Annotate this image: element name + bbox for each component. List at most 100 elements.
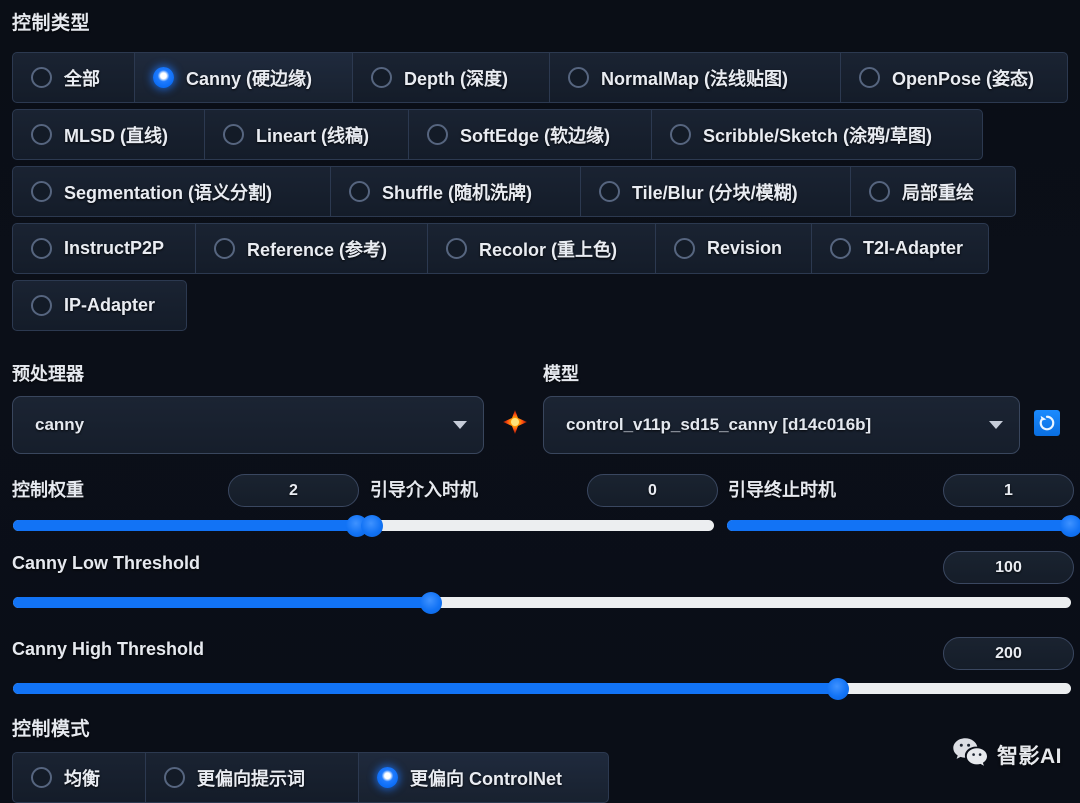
control-type-option-label: Shuffle (随机洗牌) — [382, 182, 532, 203]
control-mode-option-label: 更偏向 ControlNet — [410, 768, 562, 789]
control-type-option-label: Reference (参考) — [247, 239, 388, 260]
control-type-option[interactable]: MLSD (直线) — [12, 109, 204, 160]
control-type-option-label: MLSD (直线) — [64, 125, 168, 146]
canny-low-slider-row: Canny Low Threshold — [12, 553, 200, 574]
watermark-text: 智影AI — [997, 744, 1062, 768]
spark-icon[interactable] — [502, 409, 528, 435]
control-type-option[interactable]: NormalMap (法线贴图) — [549, 52, 840, 103]
canny-low-label: Canny Low Threshold — [12, 553, 201, 573]
control-type-option[interactable]: 全部 — [12, 52, 134, 103]
control-weight-fill — [13, 520, 357, 531]
radio-selected-icon — [153, 67, 174, 88]
control-type-option-label: NormalMap (法线贴图) — [601, 68, 789, 89]
guidance-end-fill — [727, 520, 1071, 531]
control-type-option-label: Depth (深度) — [404, 68, 508, 89]
chevron-down-icon — [453, 421, 467, 429]
control-type-option[interactable]: 局部重绘 — [850, 166, 1016, 217]
model-value: control_v11p_sd15_canny [d14c016b] — [566, 415, 872, 434]
control-type-option[interactable]: Tile/Blur (分块/模糊) — [580, 166, 850, 217]
control-type-row: MLSD (直线) Lineart (线稿) SoftEdge (软边缘) Scrib… — [12, 109, 1068, 160]
control-type-option[interactable]: OpenPose (姿态) — [840, 52, 1068, 103]
radio-unselected-icon — [31, 181, 52, 202]
control-type-option-label: Scribble/Sketch (涂鸦/草图) — [703, 125, 933, 146]
control-type-option-label: Lineart (线稿) — [256, 125, 370, 146]
control-weight-slider-row: 控制权重 — [12, 476, 84, 502]
control-weight-label: 控制权重 — [12, 480, 84, 500]
control-type-option-label: T2I-Adapter — [863, 238, 964, 258]
control-type-option-label: Tile/Blur (分块/模糊) — [632, 182, 798, 203]
guidance-end-value[interactable]: 1 — [943, 474, 1074, 507]
control-type-row: InstructP2P Reference (参考) Recolor (重上色) Re… — [12, 223, 1068, 274]
control-type-row: Segmentation (语义分割) Shuffle (随机洗牌) Tile/Bl… — [12, 166, 1068, 217]
control-type-option-label: InstructP2P — [64, 238, 165, 258]
radio-unselected-icon — [164, 767, 185, 788]
guidance-start-track[interactable] — [361, 514, 714, 537]
control-type-row: IP-Adapter — [12, 280, 1068, 331]
control-mode-title: 控制模式 — [12, 719, 91, 740]
canny-high-label: Canny High Threshold — [12, 639, 205, 659]
preprocessor-label: 预处理器 — [12, 364, 84, 384]
control-mode-option[interactable]: 更偏向 ControlNet — [358, 752, 609, 803]
radio-unselected-icon — [568, 67, 589, 88]
canny-low-track[interactable] — [13, 591, 1071, 614]
model-dropdown[interactable]: control_v11p_sd15_canny [d14c016b] — [543, 396, 1020, 454]
control-type-option-label: Segmentation (语义分割) — [64, 182, 273, 203]
control-type-option[interactable]: SoftEdge (软边缘) — [408, 109, 651, 160]
control-weight-track[interactable] — [13, 514, 368, 537]
control-type-option-label: Canny (硬边缘) — [186, 68, 312, 89]
radio-unselected-icon — [869, 181, 890, 202]
control-type-option[interactable]: Shuffle (随机洗牌) — [330, 166, 580, 217]
control-type-option[interactable]: Depth (深度) — [352, 52, 549, 103]
canny-low-thumb[interactable] — [419, 591, 442, 614]
radio-unselected-icon — [599, 181, 620, 202]
preprocessor-dropdown[interactable]: canny — [12, 396, 484, 454]
preprocessor-block: 预处理器 canny — [12, 360, 484, 454]
radio-unselected-icon — [214, 238, 235, 259]
control-type-option[interactable]: Recolor (重上色) — [427, 223, 655, 274]
control-type-option[interactable]: Scribble/Sketch (涂鸦/草图) — [651, 109, 983, 160]
radio-unselected-icon — [859, 67, 880, 88]
control-mode-option[interactable]: 均衡 — [12, 752, 145, 803]
control-type-option[interactable]: IP-Adapter — [12, 280, 187, 331]
chevron-down-icon — [989, 421, 1003, 429]
canny-high-thumb[interactable] — [827, 677, 850, 700]
control-type-option[interactable]: Canny (硬边缘) — [134, 52, 352, 103]
control-type-option[interactable]: Revision — [655, 223, 811, 274]
control-type-radio-group: 全部 Canny (硬边缘) Depth (深度) NormalMap (法线贴图) O… — [12, 52, 1068, 337]
control-type-option[interactable]: Lineart (线稿) — [204, 109, 408, 160]
control-type-option-label: SoftEdge (软边缘) — [460, 125, 610, 146]
control-type-option[interactable]: Reference (参考) — [195, 223, 427, 274]
control-type-option-label: Revision — [707, 238, 783, 258]
control-type-option-label: IP-Adapter — [64, 295, 156, 315]
canny-high-track[interactable] — [13, 677, 1071, 700]
radio-unselected-icon — [31, 238, 52, 259]
radio-selected-icon — [377, 767, 398, 788]
canny-low-value[interactable]: 100 — [943, 551, 1074, 584]
canny-high-fill — [13, 683, 839, 694]
guidance-start-value[interactable]: 0 — [587, 474, 718, 507]
control-type-option-label: OpenPose (姿态) — [892, 68, 1035, 89]
guidance-end-track[interactable] — [727, 514, 1080, 537]
guidance-end-slider-row: 引导终止时机 — [728, 476, 836, 502]
radio-unselected-icon — [31, 124, 52, 145]
guidance-end-thumb[interactable] — [1060, 514, 1080, 537]
preprocessor-value: canny — [35, 415, 85, 434]
watermark: 智影AI — [952, 737, 1062, 772]
control-weight-value[interactable]: 2 — [228, 474, 359, 507]
radio-unselected-icon — [670, 124, 691, 145]
radio-unselected-icon — [830, 238, 851, 259]
refresh-icon[interactable] — [1034, 410, 1060, 436]
radio-unselected-icon — [223, 124, 244, 145]
radio-unselected-icon — [31, 767, 52, 788]
control-type-title: 控制类型 — [12, 13, 91, 34]
canny-high-value[interactable]: 200 — [943, 637, 1074, 670]
control-mode-option[interactable]: 更偏向提示词 — [145, 752, 358, 803]
wechat-icon — [952, 737, 988, 772]
radio-unselected-icon — [31, 67, 52, 88]
control-type-option[interactable]: Segmentation (语义分割) — [12, 166, 330, 217]
control-type-option[interactable]: T2I-Adapter — [811, 223, 989, 274]
canny-low-fill — [13, 597, 431, 608]
guidance-start-thumb[interactable] — [361, 514, 383, 537]
control-type-option[interactable]: InstructP2P — [12, 223, 195, 274]
model-label: 模型 — [543, 364, 579, 384]
